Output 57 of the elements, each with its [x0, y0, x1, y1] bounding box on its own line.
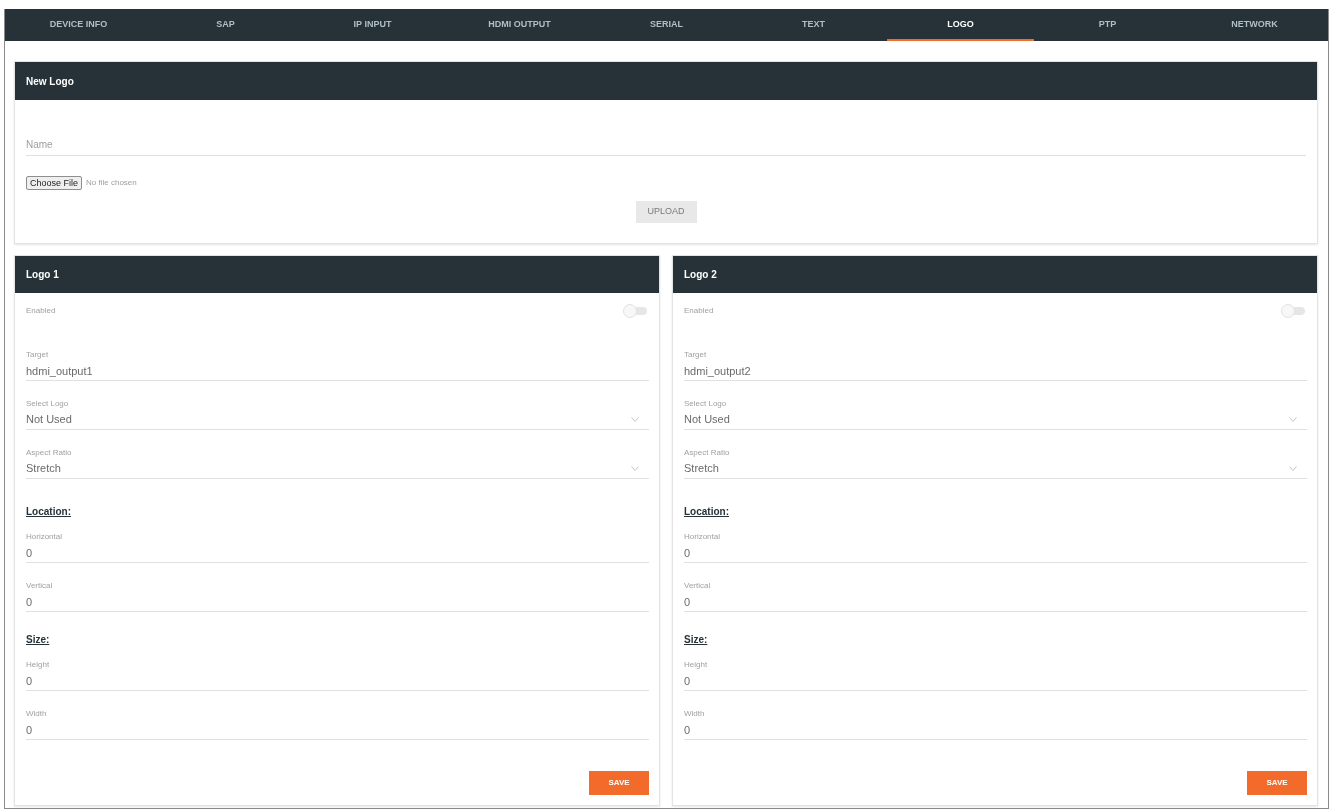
toggle-switch[interactable]: [1281, 304, 1305, 318]
text-field[interactable]: 0: [684, 720, 1307, 740]
field-label: Width: [26, 708, 47, 720]
field-label: Height: [26, 659, 50, 671]
field-label: Select Logo: [26, 398, 69, 410]
file-status-text: No file chosen: [86, 177, 137, 189]
field-label: Target: [26, 349, 49, 361]
select-field[interactable]: Not Used: [684, 410, 1307, 430]
tab[interactable]: IP INPUT: [299, 9, 446, 41]
tab[interactable]: SERIAL: [593, 9, 740, 41]
select-field[interactable]: Stretch: [26, 459, 649, 479]
toggle-label: Enabled: [26, 305, 56, 317]
text-field[interactable]: hdmi_output2: [684, 361, 1307, 381]
tab[interactable]: NETWORK: [1181, 9, 1328, 41]
text-field[interactable]: 0: [26, 543, 649, 563]
field-label: Target: [684, 349, 707, 361]
text-field[interactable]: 0: [684, 543, 1307, 563]
save-button[interactable]: SAVE: [589, 771, 649, 795]
text-field[interactable]: 0: [26, 720, 649, 740]
tab[interactable]: TEXT: [740, 9, 887, 41]
chevron-down-icon: [631, 466, 639, 471]
field-label: Select Logo: [684, 398, 727, 410]
tab[interactable]: HDMI OUTPUT: [446, 9, 593, 41]
select-field[interactable]: Stretch: [684, 459, 1307, 479]
text-field[interactable]: 0: [26, 592, 649, 612]
chevron-down-icon: [631, 417, 639, 422]
section-heading: Size:: [684, 633, 708, 647]
tab[interactable]: PTP: [1034, 9, 1181, 41]
section-heading: Size:: [26, 633, 50, 647]
chevron-down-icon: [1289, 417, 1297, 422]
card-title: New Logo: [26, 74, 74, 89]
text-field[interactable]: 0: [684, 671, 1307, 691]
text-field[interactable]: 0: [684, 592, 1307, 612]
field-label: Horizontal: [26, 531, 62, 543]
name-field[interactable]: Name: [26, 134, 1306, 156]
field-label: Height: [684, 659, 708, 671]
choose-file-button[interactable]: Choose File: [26, 176, 83, 190]
chevron-down-icon: [1289, 466, 1297, 471]
select-field[interactable]: Not Used: [26, 410, 649, 430]
text-field[interactable]: 0: [26, 671, 649, 691]
section-heading: Location:: [684, 505, 729, 519]
toggle-label: Enabled: [684, 305, 714, 317]
field-label: Vertical: [26, 580, 53, 592]
tab[interactable]: SAP: [152, 9, 299, 41]
field-label: Aspect Ratio: [684, 447, 730, 459]
field-label: Aspect Ratio: [26, 447, 72, 459]
field-label: Width: [684, 708, 705, 720]
tab[interactable]: LOGO: [887, 9, 1034, 41]
field-label: Horizontal: [684, 531, 720, 543]
save-button[interactable]: SAVE: [1247, 771, 1307, 795]
tab[interactable]: DEVICE INFO: [5, 9, 152, 41]
toggle-switch[interactable]: [623, 304, 647, 318]
section-heading: Location:: [26, 505, 71, 519]
card-title: Logo 1: [26, 268, 59, 282]
field-label: Vertical: [684, 580, 711, 592]
text-field[interactable]: hdmi_output1: [26, 361, 649, 381]
card-title: Logo 2: [684, 268, 717, 282]
